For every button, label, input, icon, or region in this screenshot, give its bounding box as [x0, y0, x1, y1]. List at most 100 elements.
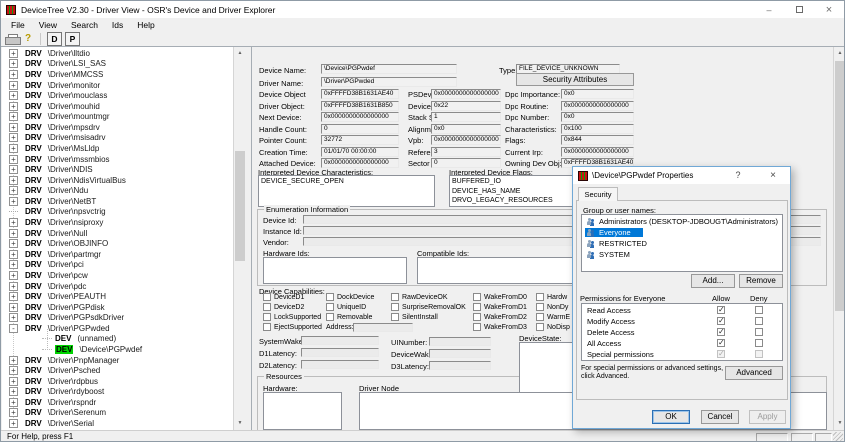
- compatible-ids-list[interactable]: [417, 257, 576, 284]
- tree-expander-icon[interactable]: +: [9, 155, 18, 164]
- tree-expander-icon[interactable]: +: [9, 133, 18, 142]
- scroll-up-icon[interactable]: [834, 47, 845, 60]
- user-list-item[interactable]: Everyone: [583, 227, 782, 238]
- cancel-button[interactable]: Cancel: [701, 410, 739, 424]
- tree-expander-icon[interactable]: +: [9, 377, 18, 386]
- interpreted-flags-list[interactable]: BUFFERED_IODEVICE_HAS_NAMEDRVO_LEGACY_RE…: [449, 175, 574, 207]
- add-button[interactable]: Add...: [691, 274, 735, 288]
- tree-item[interactable]: +DRV\Driver\partmgr: [2, 249, 233, 260]
- capability-checkbox[interactable]: [263, 293, 271, 301]
- ok-button[interactable]: OK: [652, 410, 690, 424]
- allow-checkbox[interactable]: [717, 317, 725, 325]
- tree-item[interactable]: +DRV\Driver\lltdio: [2, 48, 233, 59]
- deny-checkbox[interactable]: [755, 317, 763, 325]
- tree-expander-icon[interactable]: +: [9, 313, 18, 322]
- tree-expander-icon[interactable]: +: [9, 303, 18, 312]
- tree-expander-icon[interactable]: +: [9, 91, 18, 100]
- tree-item[interactable]: +DRV\Driver\Null: [2, 228, 233, 239]
- tree-scrollbar[interactable]: [233, 47, 246, 430]
- tree-item[interactable]: +DRV\Driver\MMCSS: [2, 69, 233, 80]
- capability-checkbox[interactable]: [263, 323, 271, 331]
- menu-item-file[interactable]: File: [4, 20, 32, 30]
- plugplay-view-button[interactable]: P: [65, 32, 80, 46]
- tree-item[interactable]: +DRV\Driver\pdc: [2, 281, 233, 292]
- tree-expander-icon[interactable]: +: [9, 387, 18, 396]
- menu-item-search[interactable]: Search: [64, 20, 105, 30]
- tree-expander-icon[interactable]: +: [9, 271, 18, 280]
- tree-item[interactable]: DEV(unnamed): [2, 334, 233, 345]
- tab-security[interactable]: Security: [578, 187, 618, 201]
- tree-item[interactable]: +DRV\Driver\mouclass: [2, 90, 233, 101]
- tree-item[interactable]: +DRV\Driver\NetBT: [2, 196, 233, 207]
- tree-expander-icon[interactable]: +: [9, 260, 18, 269]
- tree-item[interactable]: +DRV\Driver\monitor: [2, 80, 233, 91]
- allow-checkbox[interactable]: [717, 306, 725, 314]
- tree-item[interactable]: +DRV\Driver\pcw: [2, 270, 233, 281]
- remove-button[interactable]: Remove: [739, 274, 783, 288]
- capability-checkbox[interactable]: [326, 303, 334, 311]
- tree-item[interactable]: +DRV\Driver\mountmgr: [2, 111, 233, 122]
- hardware-ids-list[interactable]: [263, 257, 407, 284]
- tree-expander-icon[interactable]: +: [9, 356, 18, 365]
- user-list-item[interactable]: RESTRICTED: [583, 238, 782, 249]
- tree-item[interactable]: +DRV\Driver\rdyboost: [2, 387, 233, 398]
- capability-checkbox[interactable]: [536, 293, 544, 301]
- menu-item-help[interactable]: Help: [130, 20, 161, 30]
- tree-expander-icon[interactable]: +: [9, 419, 18, 428]
- tree-expander-icon[interactable]: +: [9, 144, 18, 153]
- tree-expander-icon[interactable]: +: [9, 239, 18, 248]
- tree-item[interactable]: +DRV\Driver\mssmbios: [2, 154, 233, 165]
- deny-checkbox[interactable]: [755, 306, 763, 314]
- deny-checkbox[interactable]: [755, 339, 763, 347]
- tree-item[interactable]: +DRV\Driver\NdisVirtualBus: [2, 175, 233, 186]
- tree-item[interactable]: +DRV\Driver\Serial: [2, 418, 233, 429]
- tree-item[interactable]: +DRV\Driver\OBJINFO: [2, 238, 233, 249]
- allow-checkbox[interactable]: [717, 339, 725, 347]
- scroll-up-icon[interactable]: [234, 47, 246, 60]
- tree-expander-icon[interactable]: +: [9, 197, 18, 206]
- capability-checkbox[interactable]: [326, 313, 334, 321]
- tree-expander-icon[interactable]: +: [9, 398, 18, 407]
- tree-item[interactable]: +DRV\Driver\nsiproxy: [2, 217, 233, 228]
- help-button[interactable]: ?: [22, 32, 34, 46]
- capability-checkbox[interactable]: [473, 313, 481, 321]
- scrollbar-thumb[interactable]: [235, 151, 245, 261]
- tree-item[interactable]: DRV\Driver\npsvctrig: [2, 207, 233, 218]
- capability-checkbox[interactable]: [391, 303, 399, 311]
- capability-checkbox[interactable]: [326, 293, 334, 301]
- scroll-down-icon[interactable]: [834, 417, 845, 430]
- dialog-close-icon[interactable]: ×: [762, 167, 784, 184]
- resize-grip-icon[interactable]: [833, 432, 843, 442]
- capability-checkbox[interactable]: [263, 303, 271, 311]
- tree-expander-icon[interactable]: -: [9, 324, 18, 333]
- user-list-item[interactable]: SYSTEM: [583, 249, 782, 260]
- tree-expander-icon[interactable]: +: [9, 250, 18, 259]
- capability-checkbox[interactable]: [536, 313, 544, 321]
- tree-item[interactable]: +DRV\Driver\rdpbus: [2, 376, 233, 387]
- deny-checkbox[interactable]: [755, 328, 763, 336]
- tree-expander-icon[interactable]: +: [9, 176, 18, 185]
- capability-checkbox[interactable]: [473, 293, 481, 301]
- tree-item[interactable]: +DRV\Driver\Ndu: [2, 186, 233, 197]
- tree-item[interactable]: DEV\Device\PGPwdef: [2, 344, 233, 355]
- tree-expander-icon[interactable]: +: [9, 292, 18, 301]
- tree-expander-icon[interactable]: +: [9, 59, 18, 68]
- menu-item-view[interactable]: View: [32, 20, 64, 30]
- capability-checkbox[interactable]: [391, 293, 399, 301]
- close-icon[interactable]: [814, 1, 844, 18]
- tree-expander-icon[interactable]: +: [9, 102, 18, 111]
- capability-checkbox[interactable]: [473, 323, 481, 331]
- capability-checkbox[interactable]: [473, 303, 481, 311]
- capability-checkbox[interactable]: [391, 313, 399, 321]
- capability-checkbox[interactable]: [536, 303, 544, 311]
- tree-expander-icon[interactable]: +: [9, 366, 18, 375]
- tree-item[interactable]: +DRV\Driver\mpsdrv: [2, 122, 233, 133]
- apply-button[interactable]: Apply: [749, 410, 786, 424]
- group-user-names-list[interactable]: Administrators (DESKTOP-JDBOUGT\Administ…: [581, 214, 783, 272]
- tree-expander-icon[interactable]: +: [9, 123, 18, 132]
- scrollbar-thumb[interactable]: [835, 61, 845, 311]
- allow-checkbox[interactable]: [717, 328, 725, 336]
- resources-hardware-list[interactable]: [263, 392, 342, 430]
- dialog-help-icon[interactable]: ?: [728, 167, 748, 184]
- tree-expander-icon[interactable]: +: [9, 112, 18, 121]
